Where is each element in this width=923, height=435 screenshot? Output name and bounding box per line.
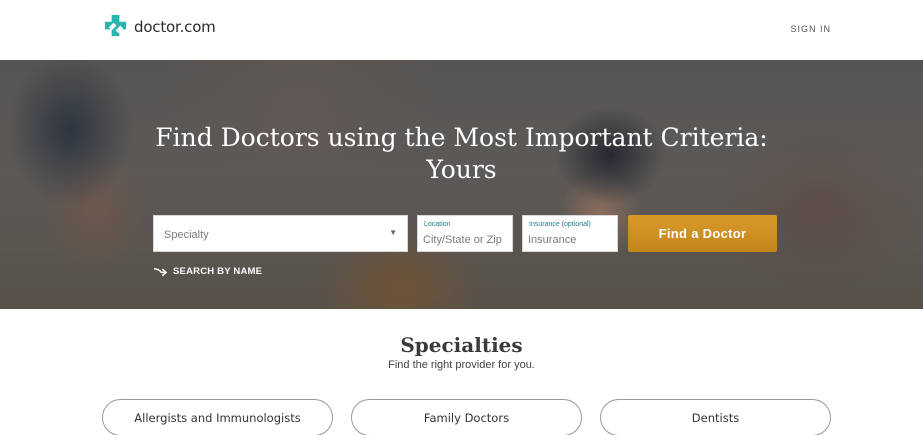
specialties-title: Specialties [400,333,523,357]
specialty-select[interactable]: Specialty ▼ [153,215,408,252]
search-by-name-label: SEARCH BY NAME [173,266,263,277]
insurance-label: Insurance (optional) [529,221,591,228]
hero-banner: Find Doctors using the Most Important Cr… [0,60,923,309]
site-header: doctor.com SIGN IN [0,0,923,60]
logo-link[interactable]: doctor.com [103,14,216,39]
specialties-subtitle: Find the right provider for you. [388,359,535,371]
arrow-right-icon [153,267,168,277]
chevron-down-icon: ▼ [389,228,397,237]
specialty-placeholder: Specialty [164,229,209,241]
location-label: Location [424,221,451,228]
insurance-field[interactable]: Insurance (optional) [522,215,618,252]
location-field[interactable]: Location [417,215,513,252]
find-doctor-button[interactable]: Find a Doctor [628,215,777,252]
location-input[interactable] [423,232,509,248]
logo-text: doctor.com [134,17,216,36]
specialty-family-doctors-button[interactable]: Family Doctors [351,399,582,435]
specialty-allergists-button[interactable]: Allergists and Immunologists [102,399,333,435]
specialty-dentists-button[interactable]: Dentists [600,399,831,435]
hero-title-line2: Yours [426,155,497,184]
hero-title-line1: Find Doctors using the Most Important Cr… [155,123,768,152]
search-by-name-link[interactable]: SEARCH BY NAME [153,265,262,278]
medical-cross-icon [104,14,127,37]
sign-in-link[interactable]: SIGN IN [790,24,831,34]
hero-title: Find Doctors using the Most Important Cr… [0,122,923,186]
insurance-input[interactable] [528,232,614,248]
